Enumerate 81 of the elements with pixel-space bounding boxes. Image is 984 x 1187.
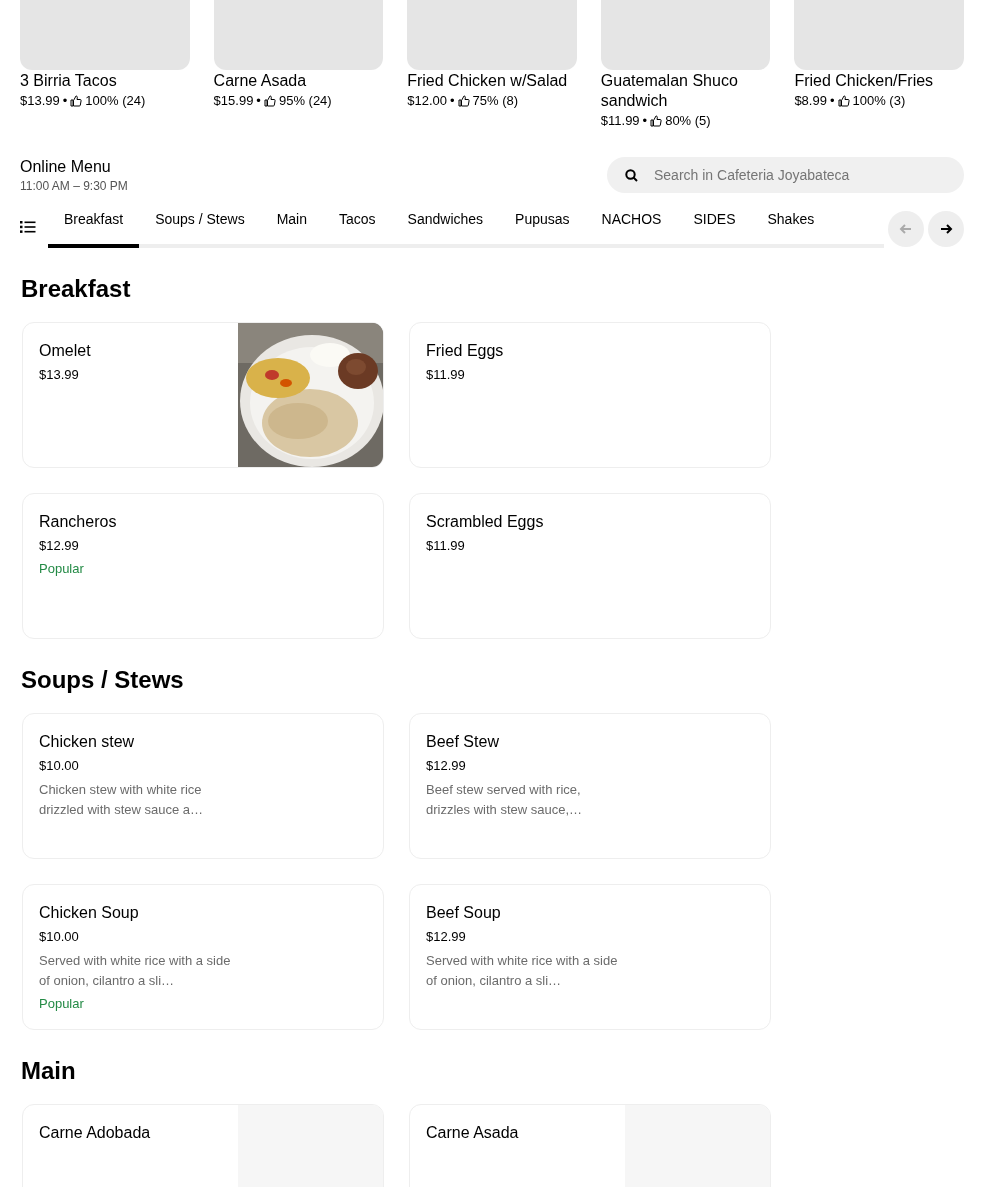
item-name: Beef Soup [426, 903, 502, 923]
image-placeholder[interactable] [213, 0, 384, 70]
category-tab[interactable]: NACHOS [585, 209, 678, 248]
category-tab[interactable]: Sandwiches [391, 209, 500, 248]
thumbs-up-icon [457, 95, 470, 107]
item-description: Chicken stew with white rice drizzled with stew sauce a… [39, 780, 204, 819]
menu-item-card[interactable]: Chicken Soup $10.00 Served with white rice with a side of onion, cilantro a sli… Popular [22, 884, 384, 1030]
item-price: $11.99 [426, 537, 466, 555]
menu-item-card[interactable]: Beef Stew $12.99 Beef stew served with rice, drizzles with stew sauce,… [409, 713, 771, 859]
item-description: Served with white rice with a side of onion, cilantro a sli… [39, 951, 232, 990]
rating-text: 95% (24) [278, 92, 332, 110]
image-placeholder[interactable] [794, 0, 964, 70]
section-heading: Breakfast [21, 274, 132, 304]
item-price: $12.99 [426, 757, 467, 775]
thumbs-up-icon [837, 95, 850, 107]
item-price: $8.99 [794, 92, 827, 110]
item-name[interactable]: 3 Birria Tacos [20, 71, 190, 91]
item-name: Carne Adobada [39, 1123, 152, 1143]
category-tab[interactable]: Main [260, 209, 323, 248]
thumbs-up-icon [70, 95, 83, 107]
rating-text: 100% (3) [852, 92, 906, 110]
separator-dot: • [449, 92, 455, 110]
item-price: $12.00 [407, 92, 447, 110]
popular-label: Popular [39, 559, 85, 578]
category-tab[interactable]: Tacos [323, 209, 392, 248]
category-tab[interactable]: Breakfast [48, 209, 140, 248]
menu-list-icon[interactable] [20, 219, 36, 234]
image-placeholder[interactable] [407, 0, 577, 70]
menu-item-card[interactable]: Beef Soup $12.99 Served with white rice with a side of onion, cilantro a sli… [409, 884, 771, 1030]
separator-dot: • [62, 92, 68, 110]
item-price: $12.99 [426, 928, 467, 946]
item-name: Chicken Soup [39, 903, 140, 923]
item-name: Carne Asada [426, 1123, 520, 1143]
item-price: $13.99 [20, 92, 60, 110]
menu-item-card[interactable]: Chicken stew $10.00 Chicken stew with white rice drizzled with stew sauce a… [22, 713, 384, 859]
item-name: Omelet [39, 341, 92, 361]
scroll-right-button[interactable] [928, 210, 964, 247]
search-field[interactable]: Search in Cafeteria Joyabateca [607, 157, 964, 193]
item-name[interactable]: Fried Chicken w/Salad [407, 71, 577, 91]
image-placeholder[interactable] [20, 0, 190, 70]
section-heading: Main [21, 1056, 77, 1086]
item-name: Chicken stew [39, 732, 136, 752]
menu-item-card[interactable]: Omelet $13.99 [22, 322, 384, 468]
separator-dot: • [829, 92, 835, 110]
popular-label: Popular [39, 994, 85, 1013]
item-name[interactable]: Guatemalan Shuco sandwich [600, 71, 771, 111]
category-tab[interactable]: Pupusas [499, 209, 586, 248]
item-price: $10.00 [39, 928, 80, 946]
item-name: Fried Eggs [426, 341, 505, 361]
menu-item-card[interactable]: Scrambled Eggs $11.99 [409, 493, 771, 639]
separator-dot: • [642, 112, 648, 130]
opening-hours: 11:00 AM – 9:30 PM [20, 178, 128, 195]
item-price: $12.99 [39, 537, 80, 555]
item-price: $11.99 [600, 112, 640, 130]
thumbs-up-icon [650, 115, 663, 127]
item-price: $11.99 [426, 366, 466, 384]
item-price: $10.00 [39, 757, 80, 775]
thumbs-up-icon [263, 95, 276, 107]
item-name: Rancheros [39, 512, 118, 532]
menu-title: Online Menu [20, 157, 112, 177]
menu-item-card[interactable]: Rancheros $12.99 Popular [22, 493, 384, 639]
item-price: $15.99 [213, 92, 254, 110]
rating-text: 100% (24) [85, 92, 146, 110]
menu-item-card[interactable]: Fried Eggs $11.99 [409, 322, 771, 468]
item-description: Served with white rice with a side of onion, cilantro a sli… [426, 951, 619, 990]
menu-item-card[interactable]: Carne Adobada [22, 1104, 384, 1187]
category-tab[interactable]: SIDES [677, 209, 752, 248]
rating-text: 75% (8) [472, 92, 519, 110]
item-description: Beef stew served with rice, drizzles with stew sauce,… [426, 780, 584, 819]
separator-dot: • [256, 92, 261, 110]
item-price: $13.99 [39, 366, 80, 384]
item-name: Scrambled Eggs [426, 512, 545, 532]
item-name: Beef Stew [426, 732, 500, 752]
category-tab[interactable]: Soups / Stews [139, 209, 261, 248]
category-tab[interactable]: Shakes [751, 209, 831, 248]
image-placeholder[interactable] [600, 0, 771, 70]
rating-text: 80% (5) [665, 112, 711, 130]
section-heading: Soups / Stews [21, 665, 185, 695]
menu-item-card[interactable]: Carne Asada [409, 1104, 771, 1187]
item-name[interactable]: Fried Chicken/Fries [794, 71, 964, 91]
item-name[interactable]: Carne Asada [213, 71, 384, 91]
